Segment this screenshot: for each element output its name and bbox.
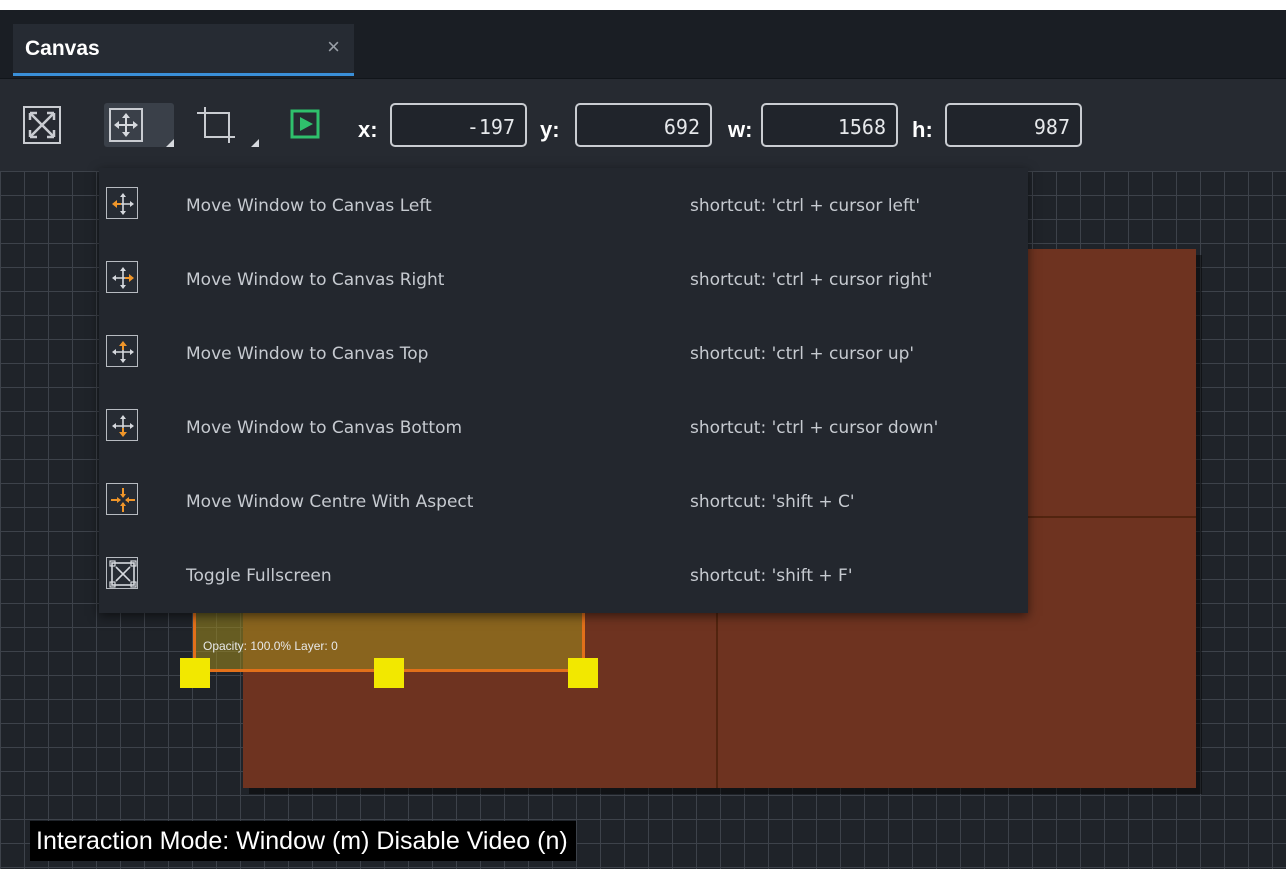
dropdown-indicator-icon: [251, 139, 259, 147]
fullscreen-icon: [106, 557, 138, 589]
x-input[interactable]: -197: [390, 103, 527, 147]
tab-canvas[interactable]: Canvas ×: [13, 24, 354, 76]
menu-item-shortcut: shortcut: 'ctrl + cursor left': [690, 196, 921, 216]
move-left-icon: [106, 187, 138, 219]
move-arrows-icon: [109, 108, 143, 142]
tab-title: Canvas: [25, 37, 100, 60]
x-label: x:: [358, 117, 378, 142]
move-centre-icon: [106, 483, 138, 515]
move-window-button[interactable]: [104, 103, 174, 147]
menu-item-label: Move Window to Canvas Left: [186, 196, 432, 216]
resize-handle-bottom-right[interactable]: [568, 658, 598, 688]
close-icon[interactable]: ×: [327, 34, 340, 60]
resize-handle-bottom-center[interactable]: [374, 658, 404, 688]
tab-bar: Canvas ×: [0, 10, 1286, 79]
menu-item-label: Move Window Centre With Aspect: [186, 492, 474, 512]
expand-icon: [23, 106, 61, 144]
move-right-icon: [106, 261, 138, 293]
move-up-icon: [106, 335, 138, 367]
menu-item-toggle-fullscreen[interactable]: Toggle Fullscreen shortcut: 'shift + F': [99, 538, 1028, 612]
crop-window-button[interactable]: [193, 103, 259, 147]
interaction-mode-status: Interaction Mode: Window (m) Disable Vid…: [30, 821, 576, 861]
w-input[interactable]: 1568: [761, 103, 898, 147]
window-info-label: Opacity: 100.0% Layer: 0: [203, 639, 338, 653]
move-window-menu: Move Window to Canvas Left shortcut: 'ct…: [99, 168, 1028, 613]
y-input[interactable]: 692: [575, 103, 712, 147]
play-button[interactable]: [288, 103, 324, 147]
h-label: h:: [912, 117, 933, 142]
toolbar: x: -197 y: 692 w: 1568 h: 987: [0, 79, 1286, 171]
h-input[interactable]: 987: [945, 103, 1082, 147]
menu-item-shortcut: shortcut: 'ctrl + cursor down': [690, 418, 939, 438]
menu-item-shortcut: shortcut: 'ctrl + cursor right': [690, 270, 933, 290]
move-down-icon: [106, 409, 138, 441]
menu-item-move-left[interactable]: Move Window to Canvas Left shortcut: 'ct…: [99, 168, 1028, 242]
crop-icon: [197, 107, 235, 143]
menu-item-move-top[interactable]: Move Window to Canvas Top shortcut: 'ctr…: [99, 316, 1028, 390]
menu-item-shortcut: shortcut: 'shift + F': [690, 566, 853, 586]
y-label: y:: [540, 117, 560, 142]
fullscreen-button[interactable]: [20, 103, 64, 147]
menu-item-label: Move Window to Canvas Bottom: [186, 418, 463, 438]
resize-handle-bottom-left[interactable]: [180, 658, 210, 688]
w-label: w:: [728, 117, 753, 142]
menu-item-label: Move Window to Canvas Right: [186, 270, 445, 290]
menu-item-move-centre[interactable]: Move Window Centre With Aspect shortcut:…: [99, 464, 1028, 538]
menu-item-shortcut: shortcut: 'ctrl + cursor up': [690, 344, 915, 364]
menu-item-shortcut: shortcut: 'shift + C': [690, 492, 855, 512]
menu-item-label: Toggle Fullscreen: [186, 566, 332, 586]
dropdown-indicator-icon: [166, 139, 174, 147]
play-icon: [290, 109, 320, 139]
menu-item-move-right[interactable]: Move Window to Canvas Right shortcut: 'c…: [99, 242, 1028, 316]
menu-item-label: Move Window to Canvas Top: [186, 344, 429, 364]
canvas-panel: Canvas × x: -197 y: 692 w: 1568 h: 987 O…: [0, 10, 1286, 869]
menu-item-move-bottom[interactable]: Move Window to Canvas Bottom shortcut: '…: [99, 390, 1028, 464]
